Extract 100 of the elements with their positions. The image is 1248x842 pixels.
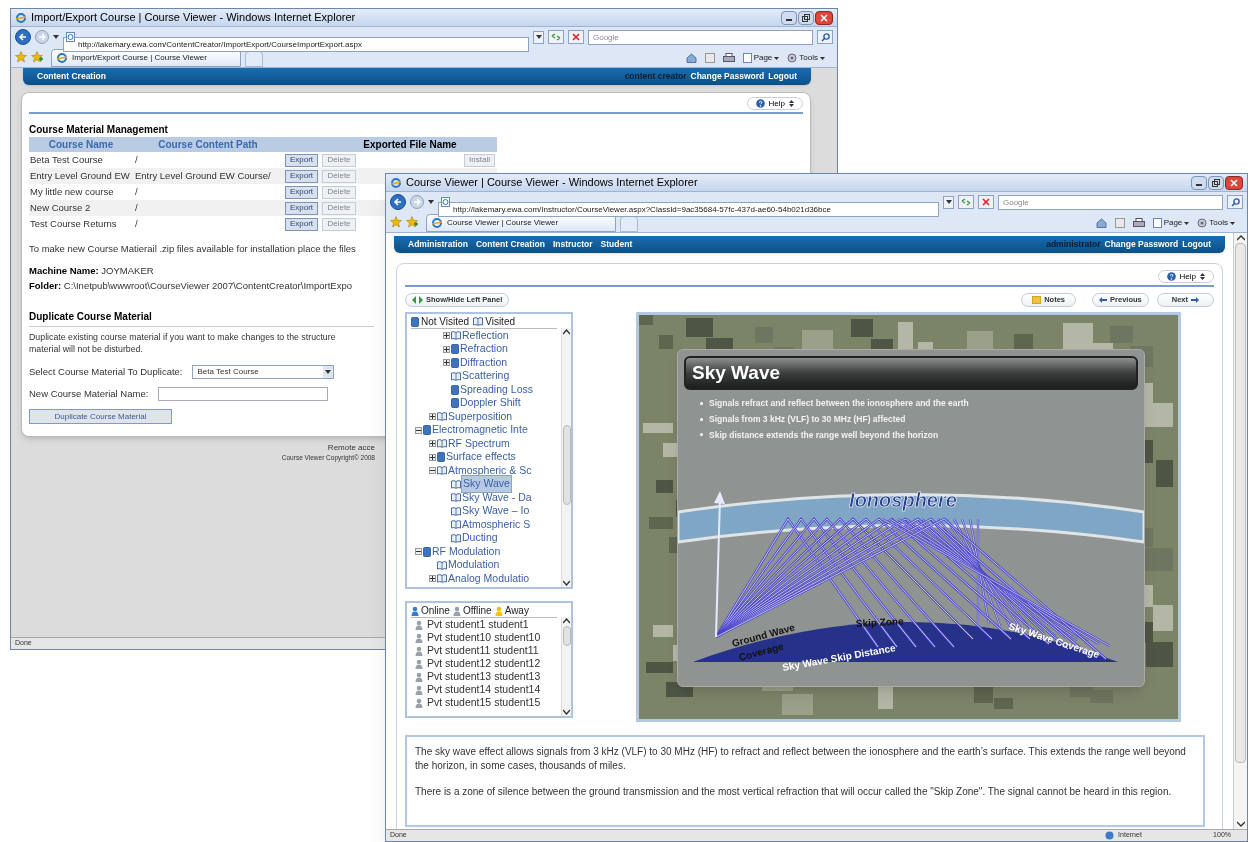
nav-link[interactable]: Student xyxy=(600,238,633,251)
feed-icon xyxy=(704,53,715,63)
caret-down-icon xyxy=(820,56,825,60)
table-cell-text: Entry Level Ground EW Course/ xyxy=(134,168,272,183)
search-icon xyxy=(1230,197,1240,207)
machine-name-text: Machine Name: JOYMAKER xyxy=(29,264,154,279)
nav-link[interactable]: Content Creation xyxy=(37,70,106,83)
nav-link[interactable]: Content Creation xyxy=(476,238,545,251)
restore-button[interactable] xyxy=(798,10,814,25)
address-field[interactable]: http://lakemary.ewa.com/ContentCreator/ImportExport/CourseImportExport.aspx xyxy=(63,36,529,52)
diagram-label: Skip Zone xyxy=(855,615,904,630)
course-select[interactable]: Beta Test Course xyxy=(192,364,335,379)
export-button[interactable]: Export xyxy=(284,217,319,231)
course-name-input[interactable] xyxy=(158,387,329,402)
export-button[interactable]: Export xyxy=(284,201,319,215)
close-button[interactable] xyxy=(815,10,833,25)
page-icon xyxy=(66,31,75,42)
forward-arrow-icon xyxy=(38,33,46,41)
section-title: Course Material Management xyxy=(29,123,168,137)
restore-button[interactable] xyxy=(1208,175,1224,190)
table-cell-text: Beta Test Course xyxy=(29,152,104,167)
home-button[interactable] xyxy=(1095,218,1107,228)
expand-button[interactable] xyxy=(443,332,450,340)
search-button[interactable] xyxy=(1227,195,1243,209)
caret-down-icon xyxy=(774,56,780,60)
export-button[interactable]: Export xyxy=(284,185,319,199)
collapse-button[interactable] xyxy=(415,548,422,556)
page-icon xyxy=(441,196,450,207)
table-cell-text: / xyxy=(134,184,139,199)
home-button[interactable] xyxy=(685,53,697,63)
nav-link[interactable]: Instructor xyxy=(552,238,593,251)
favorites-star-icon xyxy=(15,51,27,63)
browser-logo-icon xyxy=(431,217,443,229)
expand-button[interactable] xyxy=(429,440,436,448)
help-button[interactable]: Help xyxy=(746,97,803,110)
section-title: Duplicate Course Material xyxy=(29,309,152,324)
refresh-icon xyxy=(551,33,561,41)
folder-path-text: Folder: C:\Inetpub\wwwroot\CourseViewer 2007\ContentCreator\ImportExpo xyxy=(29,278,353,293)
expand-button[interactable] xyxy=(443,345,450,353)
user-name: content creator xyxy=(624,70,687,83)
export-button[interactable]: Export xyxy=(284,153,319,167)
minimize-button[interactable] xyxy=(1191,175,1207,190)
account-link[interactable]: Logout xyxy=(768,70,797,83)
search-field[interactable]: Google xyxy=(998,194,1223,210)
table-cell-text: Test Course Returns xyxy=(29,216,118,231)
left-right-arrows-icon xyxy=(412,296,423,304)
expand-button[interactable] xyxy=(429,453,436,461)
tools-menu-button[interactable]: Tools xyxy=(787,52,825,64)
account-link[interactable]: Logout xyxy=(1182,238,1211,251)
tools-menu-button[interactable]: Tools xyxy=(1197,217,1235,229)
back-button[interactable] xyxy=(390,194,406,210)
print-button[interactable] xyxy=(722,53,735,63)
search-field[interactable]: Google xyxy=(588,29,813,45)
plus-icon xyxy=(430,454,435,460)
nav-link[interactable]: Administration xyxy=(408,238,468,251)
page-menu-button[interactable]: Page xyxy=(742,52,780,64)
minimize-icon xyxy=(786,19,792,21)
table-cell-text: / xyxy=(134,200,139,215)
column-header: Exported File Name xyxy=(362,138,458,152)
expand-button[interactable] xyxy=(443,359,450,367)
tree-item[interactable]: Sky Wave xyxy=(461,475,512,494)
field-label: New Course Material Name: xyxy=(29,387,149,401)
address-field[interactable]: http://lakemary.ewa.com/Instructor/CourseViewer.aspx?ClassId=9ac35684-57fc-437d-ae60-54b021d36bce xyxy=(438,201,939,217)
tree-item[interactable]: Reflection xyxy=(461,327,510,344)
browser-logo-icon xyxy=(390,176,402,189)
restore-icon xyxy=(1212,178,1220,187)
export-button[interactable]: Export xyxy=(284,169,319,183)
column-header: Course Name xyxy=(47,138,115,152)
column-header: Course Content Path xyxy=(157,138,259,152)
instruction-text: To make new Course Matierail .zip files available for installation place the files xyxy=(29,242,357,256)
print-button[interactable] xyxy=(1132,218,1145,228)
table-cell-text: Entry Level Ground EW xyxy=(29,168,131,183)
help-button[interactable]: Help xyxy=(1157,270,1214,283)
stop-button[interactable] xyxy=(978,195,994,209)
expand-button[interactable] xyxy=(429,413,436,421)
note-icon xyxy=(1032,296,1042,304)
expand-button[interactable] xyxy=(429,575,436,583)
account-link[interactable]: Change Password xyxy=(690,70,765,83)
forward-arrow-icon xyxy=(413,198,421,206)
plus-icon xyxy=(444,346,449,352)
search-button[interactable] xyxy=(817,30,833,44)
address-dropdown-button[interactable] xyxy=(943,195,954,209)
stop-icon xyxy=(572,33,580,41)
duplicate-button[interactable]: Duplicate Course Material xyxy=(29,409,172,425)
legend-label: Away xyxy=(504,604,529,618)
browser-logo-icon xyxy=(56,52,68,64)
page-menu-button[interactable]: Page xyxy=(1152,217,1190,229)
description-text: The sky wave effect allows signals from 3 kHz (VLF) to 30 MHz (HF) to refract and reflect between the ionosphere and the earth’s surface. This extends the range well beyond the horizon, in some cases, thousands of miles. xyxy=(415,745,1187,773)
back-button[interactable] xyxy=(15,29,31,45)
favorites-star-icon xyxy=(390,216,402,228)
collapse-button[interactable] xyxy=(429,467,436,475)
stop-button[interactable] xyxy=(568,30,584,44)
minimize-button[interactable] xyxy=(781,10,797,25)
collapse-button[interactable] xyxy=(415,426,422,434)
account-link[interactable]: Change Password xyxy=(1104,238,1179,251)
printer-icon xyxy=(722,53,735,63)
caret-down-icon xyxy=(53,35,59,39)
address-dropdown-button[interactable] xyxy=(533,30,544,44)
close-button[interactable] xyxy=(1225,175,1243,190)
globe-icon xyxy=(1105,831,1115,840)
